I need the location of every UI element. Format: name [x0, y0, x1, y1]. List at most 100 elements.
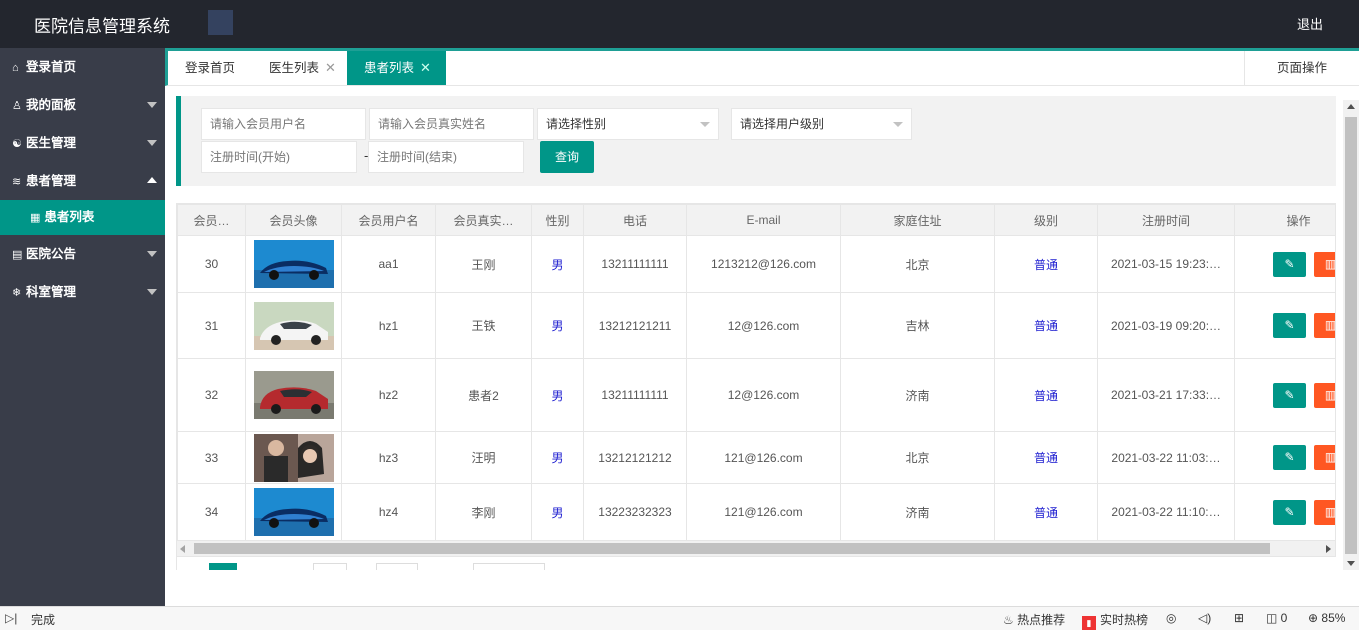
cell-level: 普通	[994, 431, 1098, 484]
zoom-control[interactable]: ⊕ 85%	[1308, 611, 1345, 625]
sidebar-item[interactable]: ≋ 患者管理	[0, 162, 165, 200]
play-icon[interactable]: ▷|	[5, 611, 17, 625]
delete-button[interactable]: ▥	[1314, 445, 1335, 470]
level-select[interactable]: 请选择用户级别	[731, 108, 912, 140]
cell-level: 普通	[994, 483, 1098, 540]
sidebar-item-label: 登录首页	[26, 60, 77, 74]
scroll-right-icon[interactable]	[1326, 545, 1331, 553]
hot-recommend-link[interactable]: ♨ 热点推荐	[1003, 611, 1065, 628]
list-icon: ▦	[30, 212, 41, 224]
sidebar-subitem-patient-list[interactable]: ▦ 患者列表	[0, 200, 165, 235]
sidebar-item-label: 科室管理	[26, 285, 77, 299]
table-row[interactable]: 33 hz3 汪明 男 13212121212 121@126.com 北京 普通 2021-0…	[177, 431, 1335, 484]
cell-username: hz1	[341, 292, 436, 359]
page-operations-menu[interactable]: 页面操作	[1244, 51, 1359, 85]
delete-button[interactable]: ▥	[1314, 382, 1335, 408]
edit-button[interactable]: ✎	[1273, 499, 1306, 525]
column-header[interactable]: 会员用户名	[341, 204, 436, 236]
patient-table-container: 会员… 会员头像 会员用户名 会员真实… 性别 电话 E-mail 家庭住址 级别 注册时间 操作 …	[176, 203, 1336, 540]
edit-button[interactable]: ✎	[1273, 445, 1306, 470]
scroll-thumb[interactable]	[194, 543, 1270, 554]
level-label: 普通	[1033, 319, 1058, 333]
username-input[interactable]: 请输入会员用户名	[201, 108, 366, 140]
table-row[interactable]: 32 hz2 患者2 男 13211111111 12@126.com 济南 普通 2021-0…	[177, 358, 1335, 432]
chevron-down-icon	[147, 289, 157, 295]
current-page-button[interactable]	[209, 563, 237, 570]
edit-button[interactable]: ✎	[1273, 382, 1306, 408]
table-row[interactable]: 30 aa1 王刚 男 13211111111 1213212@126.com 北京 普通 20…	[177, 235, 1335, 293]
home-icon: ⌂	[12, 62, 19, 74]
gender-label: 男	[551, 257, 564, 272]
search-panel: 请输入会员用户名 请输入会员真实姓名 请选择性别 请选择用户级别 注册时间(开始…	[176, 96, 1336, 186]
table-row[interactable]: 34 hz4 李刚 男 13223232323 121@126.com 济南 普通 2021-0…	[177, 483, 1335, 540]
delete-button[interactable]: ▥	[1314, 313, 1335, 338]
fire-icon: ♨	[1003, 613, 1018, 627]
sidebar-item[interactable]: ⌂ 登录首页	[0, 48, 165, 86]
cell-operations: ✎ ▥	[1234, 431, 1335, 484]
cell-address: 济南	[840, 358, 995, 432]
tab-3[interactable]: 患者列表 ✕	[347, 51, 446, 85]
cell-email: 12@126.com	[686, 358, 841, 432]
tab-2[interactable]: 医生列表 ✕	[252, 51, 347, 85]
realtime-hot-link[interactable]: ▮ 实时热榜	[1082, 611, 1148, 630]
page-go-box[interactable]	[376, 563, 418, 570]
layers-icon: ≋	[12, 176, 22, 188]
gender-select[interactable]: 请选择性别	[537, 108, 719, 140]
column-header[interactable]: 操作	[1234, 204, 1335, 236]
realname-input[interactable]: 请输入会员真实姓名	[369, 108, 534, 140]
column-header[interactable]: 性别	[531, 204, 584, 236]
tab-bar: 患者列表 ✕ 医生列表 ✕ 登录首页 页面操作	[165, 48, 1359, 86]
column-header[interactable]: 会员…	[177, 204, 246, 236]
gender-label: 男	[551, 319, 564, 333]
scroll-left-icon[interactable]	[180, 545, 185, 553]
sidebar-item[interactable]: ☯ 医生管理	[0, 124, 165, 162]
sidebar-item[interactable]: ▤ 医院公告	[0, 235, 165, 273]
column-header[interactable]: 会员真实…	[435, 204, 532, 236]
close-icon[interactable]: ✕	[420, 60, 431, 75]
cell-gender: 男	[531, 358, 584, 432]
level-label: 普通	[1033, 388, 1058, 403]
shield-icon[interactable]: ◎	[1166, 611, 1176, 625]
start-date-input[interactable]: 注册时间(开始)	[201, 141, 357, 173]
query-button[interactable]: 查询	[540, 141, 594, 173]
column-header[interactable]: 注册时间	[1097, 204, 1235, 236]
cell-realname: 汪明	[435, 431, 532, 484]
table-row[interactable]: 31 hz1 王铁 男 13212121211 12@126.com 吉林 普通 2021-03…	[177, 292, 1335, 359]
cell-phone: 13212121211	[583, 292, 687, 359]
sidebar-item[interactable]: ❄ 科室管理	[0, 273, 165, 311]
download-icon[interactable]: ⊞	[1234, 611, 1244, 625]
delete-button[interactable]: ▥	[1314, 499, 1335, 525]
cell-email: 121@126.com	[686, 431, 841, 484]
scroll-down-icon[interactable]	[1347, 561, 1355, 566]
tab-1[interactable]: 登录首页	[168, 51, 252, 85]
avatar-image	[253, 371, 334, 419]
end-date-input[interactable]: 注册时间(结束)	[368, 141, 524, 173]
delete-button[interactable]: ▥	[1314, 251, 1335, 277]
scroll-thumb[interactable]	[1345, 117, 1357, 554]
edit-button[interactable]: ✎	[1273, 313, 1306, 338]
main-content: 请输入会员用户名 请输入会员真实姓名 请选择性别 请选择用户级别 注册时间(开始…	[165, 86, 1359, 570]
gender-label: 男	[551, 388, 564, 403]
scroll-up-icon[interactable]	[1347, 104, 1355, 109]
notice-icon: ▤	[12, 249, 23, 261]
sound-icon[interactable]: ◁)	[1198, 611, 1211, 625]
sidebar-item[interactable]: ♙ 我的面板	[0, 86, 165, 124]
sidebar-item-label: 患者管理	[26, 174, 77, 188]
chevron-down-icon	[147, 251, 157, 257]
logout-link[interactable]: 退出	[1297, 14, 1323, 33]
menu-toggle-icon[interactable]	[208, 10, 233, 35]
page-jump-input[interactable]	[313, 563, 347, 570]
column-header[interactable]: E-mail	[686, 204, 841, 236]
cell-register-time: 2021-03-19 09:20:…	[1097, 292, 1235, 359]
column-header[interactable]: 家庭住址	[840, 204, 995, 236]
edit-button[interactable]: ✎	[1273, 251, 1306, 277]
horizontal-scrollbar[interactable]	[176, 540, 1336, 557]
bar-chart-icon: ▮	[1082, 616, 1096, 630]
vertical-scrollbar[interactable]	[1343, 100, 1359, 570]
column-header[interactable]: 电话	[583, 204, 687, 236]
close-icon[interactable]: ✕	[325, 60, 336, 75]
cell-register-time: 2021-03-21 17:33:…	[1097, 358, 1235, 432]
column-header[interactable]: 会员头像	[245, 204, 342, 236]
page-size-select[interactable]	[473, 563, 545, 570]
column-header[interactable]: 级别	[994, 204, 1098, 236]
